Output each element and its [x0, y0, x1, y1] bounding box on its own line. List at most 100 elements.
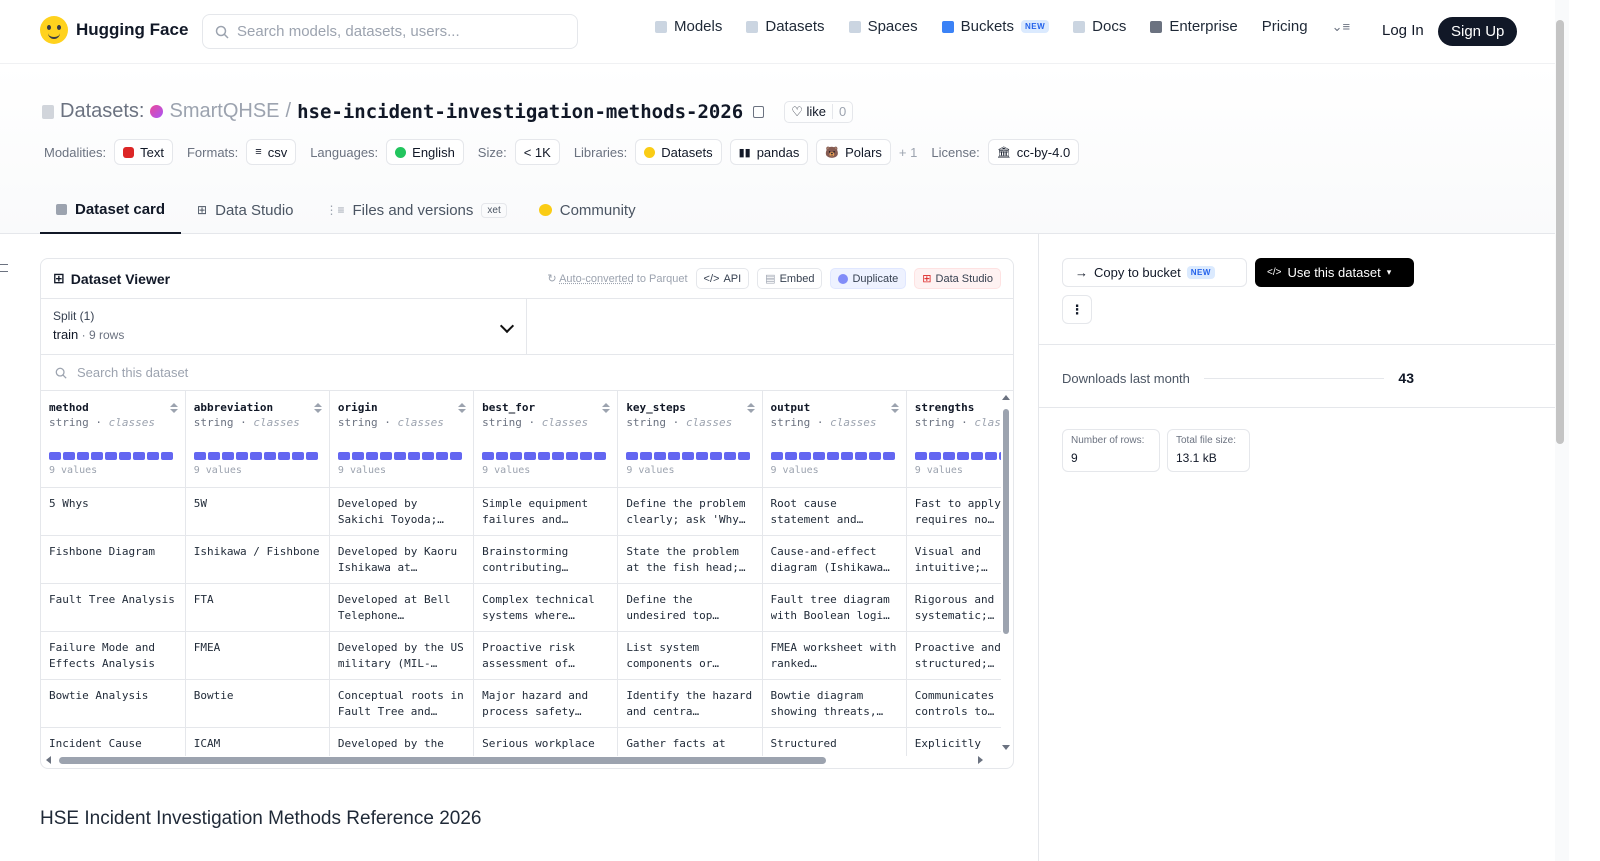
table-cell[interactable]: Developed by Kaoru Ishikawa at…: [329, 535, 475, 584]
table-cell[interactable]: Cause-and-effect diagram (Ishikawa…: [762, 535, 907, 584]
vertical-scroll-thumb[interactable]: [1003, 409, 1009, 634]
table-cell[interactable]: Complex technical systems where…: [473, 583, 619, 632]
table-cell[interactable]: Root cause statement and…: [762, 487, 907, 536]
column-header-key_steps[interactable]: key_steps string · classes 9 values: [617, 391, 763, 488]
column-header-best_for[interactable]: best_for string · classes 9 values: [473, 391, 619, 488]
tab-files-versions[interactable]: ⋮≡ Files and versions xet: [310, 186, 523, 234]
scroll-up-arrow-icon[interactable]: [1002, 395, 1010, 400]
tag-language-english[interactable]: English: [386, 139, 464, 165]
libraries-more[interactable]: + 1: [899, 145, 917, 160]
tag-license[interactable]: 🏛 cc-by-4.0: [987, 139, 1080, 165]
table-cell[interactable]: Incident Cause: [41, 727, 186, 756]
repo-name[interactable]: hse-incident-investigation-methods-2026: [297, 101, 743, 123]
nav-enterprise[interactable]: Enterprise: [1150, 18, 1238, 35]
tab-dataset-card[interactable]: Dataset card: [40, 186, 182, 234]
sort-icon[interactable]: [890, 403, 899, 413]
embed-button[interactable]: ▤ Embed: [757, 268, 823, 289]
scroll-right-arrow-icon[interactable]: [978, 756, 983, 764]
table-cell[interactable]: Bowtie: [185, 679, 330, 728]
table-cell[interactable]: Brainstorming contributing…: [473, 535, 619, 584]
table-cell[interactable]: Serious workplace: [473, 727, 619, 756]
table-cell[interactable]: Ishikawa / Fishbone: [185, 535, 330, 584]
table-row[interactable]: 5 Whys 5W Developed by Sakichi Toyoda;… Sim…: [41, 487, 1001, 536]
table-cell[interactable]: Fast to apply; requires no…: [906, 487, 1001, 536]
nav-pricing[interactable]: Pricing: [1262, 18, 1308, 35]
table-cell[interactable]: Visual and intuitive;…: [906, 535, 1001, 584]
org-link[interactable]: SmartQHSE: [169, 100, 279, 123]
more-options-button[interactable]: ⋮: [1062, 295, 1092, 324]
table-cell[interactable]: ICAM: [185, 727, 330, 756]
sort-icon[interactable]: [458, 403, 467, 413]
nav-more-menu[interactable]: ⌄≡: [1332, 19, 1350, 35]
table-cell[interactable]: Explicitly: [906, 727, 1001, 756]
table-cell[interactable]: Simple equipment failures and…: [473, 487, 619, 536]
table-cell[interactable]: Failure Mode and Effects Analysis: [41, 631, 186, 680]
table-cell[interactable]: Fault tree diagram with Boolean logi…: [762, 583, 907, 632]
table-cell[interactable]: 5 Whys: [41, 487, 186, 536]
table-cell[interactable]: State the problem at the fish head;…: [617, 535, 763, 584]
table-cell[interactable]: Major hazard and process safety…: [473, 679, 619, 728]
table-cell[interactable]: FMEA worksheet with ranked…: [762, 631, 907, 680]
table-cell[interactable]: Fault Tree Analysis: [41, 583, 186, 632]
table-cell[interactable]: Gather facts at: [617, 727, 763, 756]
duplicate-button[interactable]: Duplicate: [830, 268, 907, 289]
table-cell[interactable]: Developed by Sakichi Toyoda;…: [329, 487, 475, 536]
nav-spaces[interactable]: Spaces: [848, 18, 918, 35]
nav-datasets[interactable]: Datasets: [746, 18, 825, 35]
table-cell[interactable]: Define the undesired top…: [617, 583, 763, 632]
table-cell[interactable]: Developed by the US military (MIL-…: [329, 631, 475, 680]
table-cell[interactable]: Proactive risk assessment of…: [473, 631, 619, 680]
tag-modality-text[interactable]: Text: [114, 139, 173, 165]
table-cell[interactable]: List system components or…: [617, 631, 763, 680]
table-cell[interactable]: Proactive and structured;…: [906, 631, 1001, 680]
use-this-dataset-button[interactable]: </> Use this dataset ▾: [1255, 258, 1414, 287]
table-cell[interactable]: Define the problem clearly; ask 'Why…: [617, 487, 763, 536]
table-cell[interactable]: Identify the hazard and centra…: [617, 679, 763, 728]
table-row[interactable]: Fishbone Diagram Ishikawa / Fishbone Devel…: [41, 535, 1001, 584]
scroll-left-arrow-icon[interactable]: [46, 756, 51, 764]
api-button[interactable]: </> API: [695, 268, 750, 289]
table-row[interactable]: Bowtie Analysis Bowtie Conceptual roots in…: [41, 679, 1001, 728]
nav-models[interactable]: Models: [655, 18, 722, 35]
sort-icon[interactable]: [746, 403, 755, 413]
like-button[interactable]: ♡ like 0: [784, 100, 854, 123]
table-cell[interactable]: Bowtie Analysis: [41, 679, 186, 728]
nav-docs[interactable]: Docs: [1073, 18, 1126, 35]
sidebar-toggle-icon[interactable]: [0, 264, 8, 272]
table-cell[interactable]: 5W: [185, 487, 330, 536]
page-scroll-thumb[interactable]: [1556, 20, 1564, 444]
tag-size[interactable]: < 1K: [514, 139, 560, 165]
column-header-abbreviation[interactable]: abbreviation string · classes 9 values: [185, 391, 330, 488]
table-horizontal-scrollbar[interactable]: [41, 754, 1001, 766]
split-select[interactable]: Split (1) train · 9 rows: [41, 299, 527, 354]
table-cell[interactable]: Bowtie diagram showing threats,…: [762, 679, 907, 728]
table-cell[interactable]: Conceptual roots in Fault Tree and…: [329, 679, 475, 728]
sort-icon[interactable]: [602, 403, 611, 413]
copy-to-bucket-button[interactable]: → Copy to bucket NEW: [1062, 258, 1247, 287]
table-cell[interactable]: Developed at Bell Telephone…: [329, 583, 475, 632]
table-cell[interactable]: FMEA: [185, 631, 330, 680]
dataset-search-input[interactable]: Search this dataset: [41, 355, 1013, 391]
table-row[interactable]: Incident Cause ICAM Developed by the Seriou…: [41, 727, 1001, 756]
sort-icon[interactable]: [169, 403, 178, 413]
global-search-input[interactable]: Search models, datasets, users...: [202, 14, 578, 49]
auto-converted-link[interactable]: Auto-converted: [559, 273, 634, 285]
table-row[interactable]: Failure Mode and Effects Analysis FMEA Dev…: [41, 631, 1001, 680]
login-link[interactable]: Log In: [1382, 22, 1424, 39]
tag-library-datasets[interactable]: Datasets: [635, 139, 722, 165]
copy-icon[interactable]: [753, 105, 765, 118]
column-header-output[interactable]: output string · classes 9 values: [762, 391, 907, 488]
nav-buckets[interactable]: Buckets NEW: [941, 18, 1050, 35]
tag-format-csv[interactable]: ≡ csv: [246, 139, 297, 165]
table-cell[interactable]: Developed by the: [329, 727, 475, 756]
column-header-method[interactable]: method string · classes 9 values: [41, 391, 186, 488]
tab-community[interactable]: Community: [523, 186, 652, 234]
tag-library-polars[interactable]: 🐻 Polars: [816, 139, 891, 165]
scroll-down-arrow-icon[interactable]: [1002, 745, 1010, 750]
table-cell[interactable]: FTA: [185, 583, 330, 632]
brand-logo[interactable]: Hugging Face: [40, 16, 188, 44]
table-vertical-scrollbar[interactable]: [1002, 395, 1010, 750]
table-row[interactable]: Fault Tree Analysis FTA Developed at Bell …: [41, 583, 1001, 632]
horizontal-scroll-thumb[interactable]: [59, 757, 826, 764]
tag-library-pandas[interactable]: ▮▮ pandas: [729, 139, 809, 165]
